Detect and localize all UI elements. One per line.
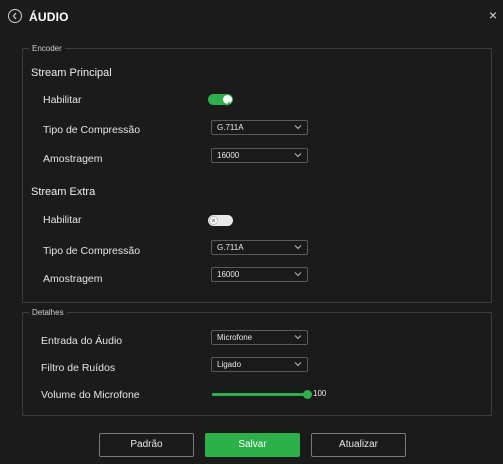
toggle-check-icon <box>223 95 232 106</box>
principal-enable-toggle[interactable] <box>208 94 233 106</box>
extra-enable-label: Habilitar <box>43 214 82 226</box>
noise-filter-value: Ligado <box>217 360 242 369</box>
audio-input-select[interactable]: Microfone <box>211 330 308 345</box>
toggle-x-icon <box>209 216 218 225</box>
principal-compression-select[interactable]: G.711A <box>211 120 308 135</box>
noise-filter-select[interactable]: Ligado <box>211 357 308 372</box>
chevron-down-icon <box>294 362 302 367</box>
chevron-down-icon <box>294 245 302 250</box>
encoder-legend: Encoder <box>32 44 62 53</box>
principal-enable-label: Habilitar <box>43 94 82 106</box>
back-icon[interactable] <box>8 9 22 23</box>
chevron-down-icon <box>294 125 302 130</box>
mic-volume-label: Volume do Microfone <box>41 389 140 401</box>
stream-extra-title: Stream Extra <box>31 186 96 198</box>
chevron-down-icon <box>294 272 302 277</box>
audio-input-value: Microfone <box>217 333 253 342</box>
principal-sampling-label: Amostragem <box>43 153 103 165</box>
close-icon[interactable]: × <box>489 8 497 22</box>
extra-compression-select[interactable]: G.711A <box>211 240 308 255</box>
title-bar: ÁUDIO × <box>0 0 503 34</box>
principal-sampling-value: 16000 <box>217 151 240 160</box>
default-button[interactable]: Padrão <box>99 433 194 457</box>
principal-compression-label: Tipo de Compressão <box>43 124 141 136</box>
extra-sampling-value: 16000 <box>217 270 240 279</box>
mic-volume-fill <box>212 393 308 396</box>
extra-compression-value: G.711A <box>217 243 244 252</box>
stream-principal-title: Stream Principal <box>31 67 112 79</box>
page-title: ÁUDIO <box>29 10 69 24</box>
save-button[interactable]: Salvar <box>205 433 300 457</box>
extra-sampling-select[interactable]: 16000 <box>211 267 308 282</box>
mic-volume-slider[interactable] <box>212 393 308 396</box>
encoder-group: Encoder <box>22 44 492 303</box>
extra-sampling-label: Amostragem <box>43 273 103 285</box>
details-legend: Detalhes <box>32 308 64 317</box>
audio-input-label: Entrada do Áudio <box>41 335 123 347</box>
chevron-down-icon <box>294 335 302 340</box>
mic-volume-value: 100 <box>313 389 327 398</box>
principal-compression-value: G.711A <box>217 123 244 132</box>
principal-sampling-select[interactable]: 16000 <box>211 148 308 163</box>
refresh-button[interactable]: Atualizar <box>311 433 406 457</box>
noise-filter-label: Filtro de Ruídos <box>41 362 116 374</box>
extra-compression-label: Tipo de Compressão <box>43 245 141 257</box>
chevron-down-icon <box>294 153 302 158</box>
mic-volume-handle[interactable] <box>303 390 312 399</box>
extra-enable-toggle[interactable] <box>208 215 233 226</box>
